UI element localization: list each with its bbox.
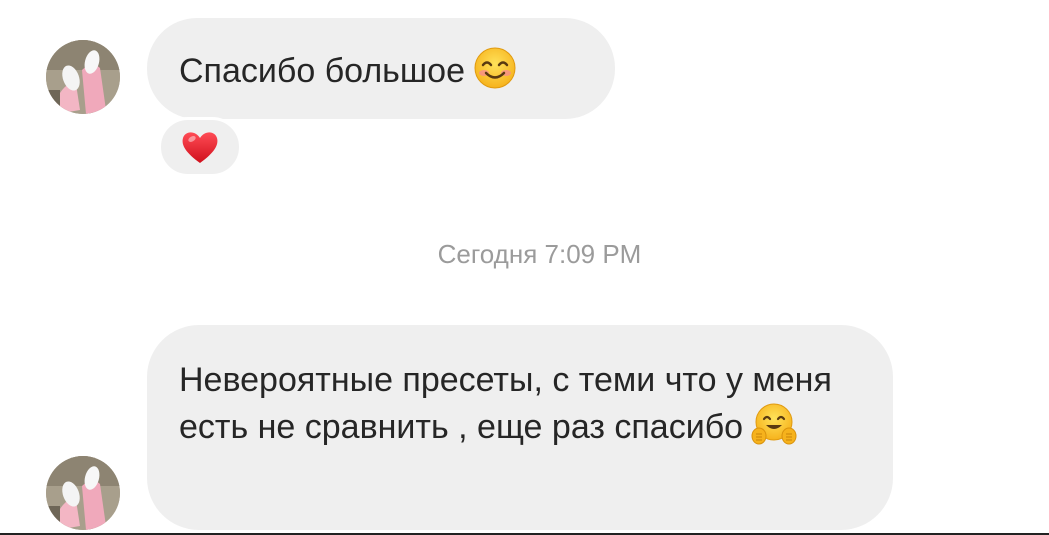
- smiling-face-icon: [473, 46, 517, 101]
- sender-avatar[interactable]: [46, 40, 120, 114]
- avatar-photo-icon: [46, 456, 120, 530]
- message-text: Спасибо большое: [179, 52, 465, 90]
- message-bubble[interactable]: Невероятные пресеты, с теми что у меня е…: [147, 325, 893, 530]
- avatar-photo-icon: [46, 40, 120, 114]
- red-heart-icon: [182, 132, 218, 163]
- sender-avatar[interactable]: [46, 456, 120, 530]
- message-timestamp: Сегодня 7:09 PM: [437, 239, 642, 269]
- hugging-face-icon: [751, 402, 797, 457]
- message-text: Невероятные пресеты, с теми что у меня е…: [179, 361, 832, 446]
- chat-thread: Спасибо большое Сегодня 7:09 PM Невероят…: [0, 0, 1049, 535]
- message-reaction[interactable]: [158, 117, 242, 177]
- message-bubble[interactable]: Спасибо большое: [147, 18, 615, 119]
